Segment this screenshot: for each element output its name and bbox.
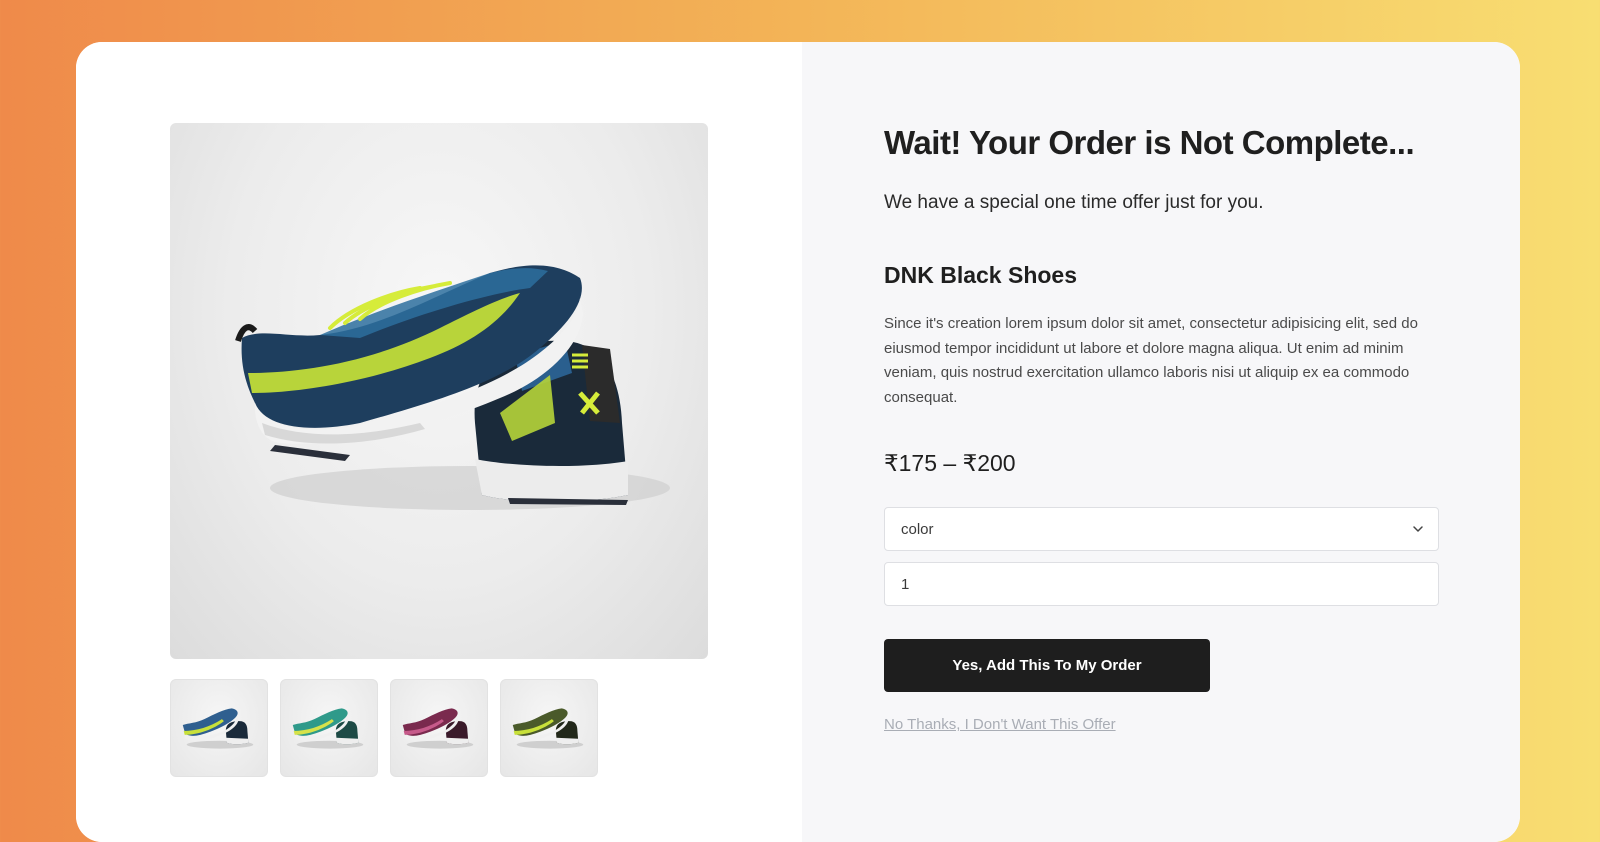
shoe-thumbnail-olive-icon: [512, 708, 584, 749]
product-description: Since it's creation lorem ipsum dolor si…: [884, 315, 1418, 406]
chevron-down-icon: [1413, 526, 1423, 532]
shoe-thumbnail-blue-icon: [182, 708, 254, 749]
shoe-thumbnail-teal-icon: [292, 708, 364, 749]
offer-headline: Wait! Your Order is Not Complete...: [884, 124, 1415, 161]
shoe-thumbnail-purple-icon: [402, 708, 474, 749]
offer-content: Wait! Your Order is Not Complete... We h…: [884, 122, 1439, 734]
thumbnail-olive[interactable]: [500, 679, 598, 777]
product-name: DNK Black Shoes: [884, 262, 1078, 288]
color-select-value: color: [901, 520, 934, 538]
offer-subline: We have a special one time offer just fo…: [884, 192, 1264, 213]
decline-offer-link[interactable]: No Thanks, I Don't Want This Offer: [884, 716, 1116, 733]
color-select[interactable]: color: [884, 507, 1439, 551]
running-shoes-image: [170, 123, 708, 659]
thumbnail-teal[interactable]: [280, 679, 378, 777]
upsell-card: Wait! Your Order is Not Complete... We h…: [76, 42, 1520, 842]
quantity-input[interactable]: [884, 562, 1439, 606]
product-price: ₹175 – ₹200: [884, 450, 1016, 476]
thumbnail-blue[interactable]: [170, 679, 268, 777]
product-gallery: [76, 42, 802, 842]
offer-panel: Wait! Your Order is Not Complete... We h…: [802, 42, 1520, 842]
thumbnail-purple[interactable]: [390, 679, 488, 777]
thumbnail-strip: [170, 679, 598, 777]
add-to-order-button[interactable]: Yes, Add This To My Order: [884, 639, 1210, 692]
